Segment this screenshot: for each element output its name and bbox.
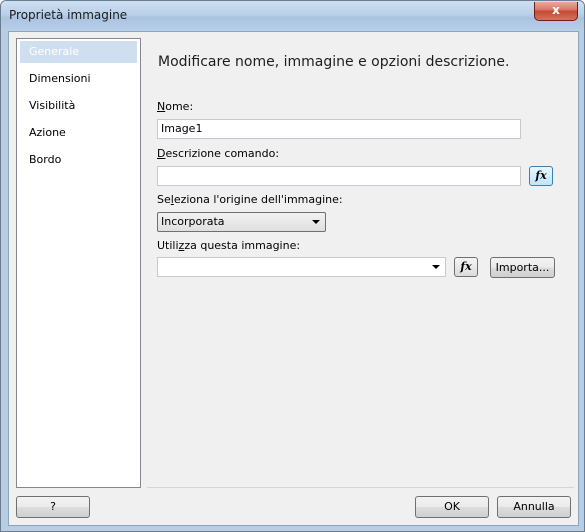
chevron-down-icon xyxy=(432,265,440,269)
cancel-button[interactable]: Annulla xyxy=(497,496,571,518)
help-button[interactable]: ? xyxy=(16,496,90,518)
ok-button[interactable]: OK xyxy=(415,496,489,518)
nav-item-visibilita[interactable]: Visibilità xyxy=(20,95,137,117)
image-expression-button[interactable]: fx xyxy=(454,257,478,277)
dialog-client: Generale Dimensioni Visibilità Azione Bo… xyxy=(8,31,579,526)
tooltip-expression-button[interactable]: fx xyxy=(529,166,553,186)
name-label: Nome: xyxy=(157,100,194,113)
fx-icon: fx xyxy=(460,260,472,273)
chevron-down-icon xyxy=(312,220,320,224)
nav-item-bordo[interactable]: Bordo xyxy=(20,149,137,171)
tooltip-label: Descrizione comando: xyxy=(157,147,280,160)
close-button[interactable]: x xyxy=(534,2,578,21)
nav-item-generale[interactable]: Generale xyxy=(20,41,137,63)
fx-icon: fx xyxy=(535,169,547,182)
image-label: Utilizza questa immagine: xyxy=(157,239,301,252)
nav-item-dimensioni[interactable]: Dimensioni xyxy=(20,68,137,90)
close-icon: x xyxy=(552,3,560,17)
image-source-select[interactable]: Incorporata xyxy=(157,212,326,232)
window-title: Proprietà immagine xyxy=(9,8,128,22)
properties-dialog: Proprietà immagine x Generale Dimensioni… xyxy=(0,0,585,532)
name-field[interactable]: Image1 xyxy=(157,119,521,139)
image-select[interactable] xyxy=(157,257,446,277)
nav-item-azione[interactable]: Azione xyxy=(20,122,137,144)
footer-divider xyxy=(147,487,574,488)
title-bar: Proprietà immagine x xyxy=(1,1,584,31)
category-nav: Generale Dimensioni Visibilità Azione Bo… xyxy=(16,38,141,488)
page-heading: Modificare nome, immagine e opzioni desc… xyxy=(158,54,510,70)
source-label: Seleziona l'origine dell'immagine: xyxy=(157,193,343,206)
tooltip-field[interactable] xyxy=(157,166,521,186)
import-button[interactable]: Importa... xyxy=(490,257,555,278)
